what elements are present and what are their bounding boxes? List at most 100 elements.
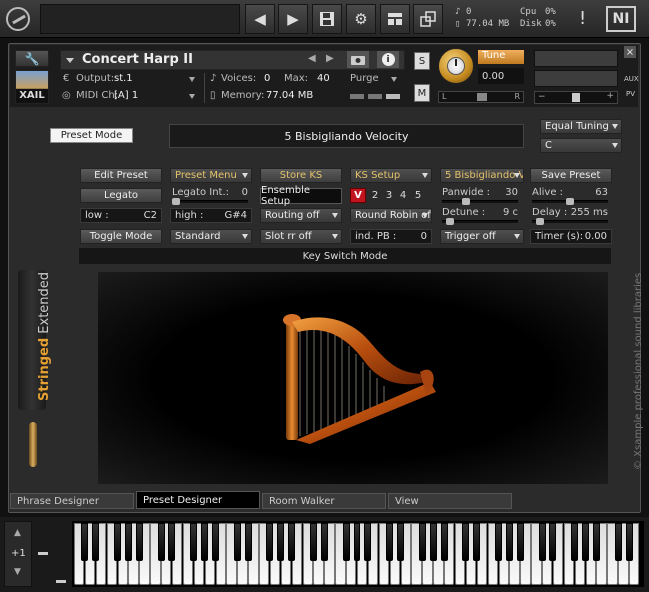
black-key[interactable] [288,523,296,561]
black-key[interactable] [473,523,481,561]
tune-value[interactable]: 0.00 [478,68,524,84]
delay-slider[interactable] [532,218,608,225]
output-value[interactable]: st.1 [114,73,133,84]
store-ks-button[interactable]: Store KS [260,168,342,183]
tab-view[interactable]: View [388,493,512,509]
black-key[interactable] [233,523,241,561]
kontakt-logo-icon[interactable] [6,7,30,31]
solo-button[interactable]: S [414,52,430,70]
view-button[interactable] [380,4,410,34]
black-key[interactable] [353,523,361,561]
edit-instrument-button[interactable]: 🔧 [15,50,49,67]
ind-pb-field[interactable]: ind. PB : 0 [350,229,432,244]
midi-channel-value[interactable]: [A] 1 [114,90,138,101]
ks-current-select[interactable]: 5 Bisbigliando Velocity [440,168,524,183]
next-instrument-icon[interactable]: ▶ [326,53,334,64]
output-dropdown-icon[interactable] [189,77,195,82]
instrument-name[interactable]: Concert Harp II [82,52,193,67]
black-key[interactable] [342,523,350,561]
black-key[interactable] [516,523,524,561]
black-key[interactable] [495,523,502,561]
high-key-field[interactable]: high : G#4 [170,208,252,223]
slot-rr-select[interactable]: Slot rr off [260,229,342,244]
key-select[interactable]: C [540,138,622,153]
slider-knob[interactable] [536,218,544,225]
prev-button[interactable]: ◀ [245,4,275,34]
volume-slider[interactable]: − + [534,91,618,104]
midi-dropdown-icon[interactable] [189,94,195,99]
instrument-menu-arrow-icon[interactable] [66,58,74,63]
slider-knob[interactable] [446,218,454,225]
slider-knob[interactable] [566,198,574,205]
black-key[interactable] [124,523,132,561]
black-key[interactable] [212,523,219,561]
pan-slider[interactable]: L R [438,91,524,103]
pv-button[interactable]: PV [626,90,635,98]
low-key-field[interactable]: low : C2 [80,208,162,223]
black-key[interactable] [538,523,546,561]
next-button[interactable]: ▶ [278,4,308,34]
black-key[interactable] [168,523,176,561]
minimize-view-button[interactable] [413,4,443,34]
black-key[interactable] [549,523,557,561]
black-key[interactable] [266,523,274,561]
alert-icon[interactable]: ! [579,8,586,29]
black-key[interactable] [440,523,448,561]
black-key[interactable] [190,523,198,561]
black-key[interactable] [571,523,579,561]
tab-phrase-designer[interactable]: Phrase Designer [10,493,134,509]
slider-knob[interactable] [172,198,180,205]
tab-room-walker[interactable]: Room Walker [262,493,386,509]
preset-mode-button[interactable]: Preset Mode [50,128,133,143]
aux-button[interactable]: AUX [624,75,639,83]
black-key[interactable] [244,523,252,561]
black-key[interactable] [114,523,121,561]
max-voices-value[interactable]: 40 [317,73,330,84]
black-key[interactable] [277,523,285,561]
black-key[interactable] [135,523,143,561]
info-button[interactable]: i [377,51,399,68]
purge-dropdown-icon[interactable] [391,77,397,82]
pitch-wheel-marker[interactable] [38,552,48,555]
ensemble-setup-button[interactable]: Ensemble Setup [260,185,342,207]
ni-logo[interactable]: NI [606,6,636,32]
slider-knob[interactable] [462,198,470,205]
black-key[interactable] [592,523,600,561]
purge-label[interactable]: Purge [350,73,379,84]
mute-button[interactable]: M [414,84,430,102]
black-key[interactable] [462,523,470,561]
black-key[interactable] [320,523,328,561]
tune-knob[interactable] [438,48,474,84]
pan-handle[interactable] [477,93,487,101]
black-key[interactable] [157,523,165,561]
black-key[interactable] [386,523,394,561]
tuning-select[interactable]: Equal Tuning [540,119,622,134]
black-key[interactable] [418,523,426,561]
octave-up-icon[interactable]: ▲ [14,528,21,538]
black-key[interactable] [201,523,209,561]
preset-menu-select[interactable]: Preset Menu [170,168,252,183]
close-button[interactable]: × [624,46,636,58]
toggle-mode-button[interactable]: Toggle Mode [80,229,162,244]
black-key[interactable] [505,523,513,561]
octave-down-icon[interactable]: ▼ [14,567,21,577]
save-button[interactable] [312,4,342,34]
round-robin-select[interactable]: Round Robin off [350,208,432,223]
ks-setup-select[interactable]: KS Setup [350,168,432,183]
black-key[interactable] [397,523,404,561]
save-preset-button[interactable]: Save Preset [530,168,612,183]
timer-field[interactable]: Timer (s): 0.00 [530,229,612,244]
alive-slider[interactable] [532,198,608,205]
panwide-slider[interactable] [442,198,518,205]
voice-button-5[interactable]: 5 [407,188,429,203]
standard-select[interactable]: Standard [170,229,252,244]
settings-button[interactable]: ⚙ [346,4,376,34]
tab-preset-designer[interactable]: Preset Designer [136,491,260,509]
black-key[interactable] [625,523,633,561]
prev-instrument-icon[interactable]: ◀ [308,53,316,64]
detune-slider[interactable] [442,218,518,225]
black-key[interactable] [92,523,100,561]
mod-wheel-marker[interactable] [56,580,66,583]
black-key[interactable] [81,523,89,561]
black-key[interactable] [364,523,372,561]
